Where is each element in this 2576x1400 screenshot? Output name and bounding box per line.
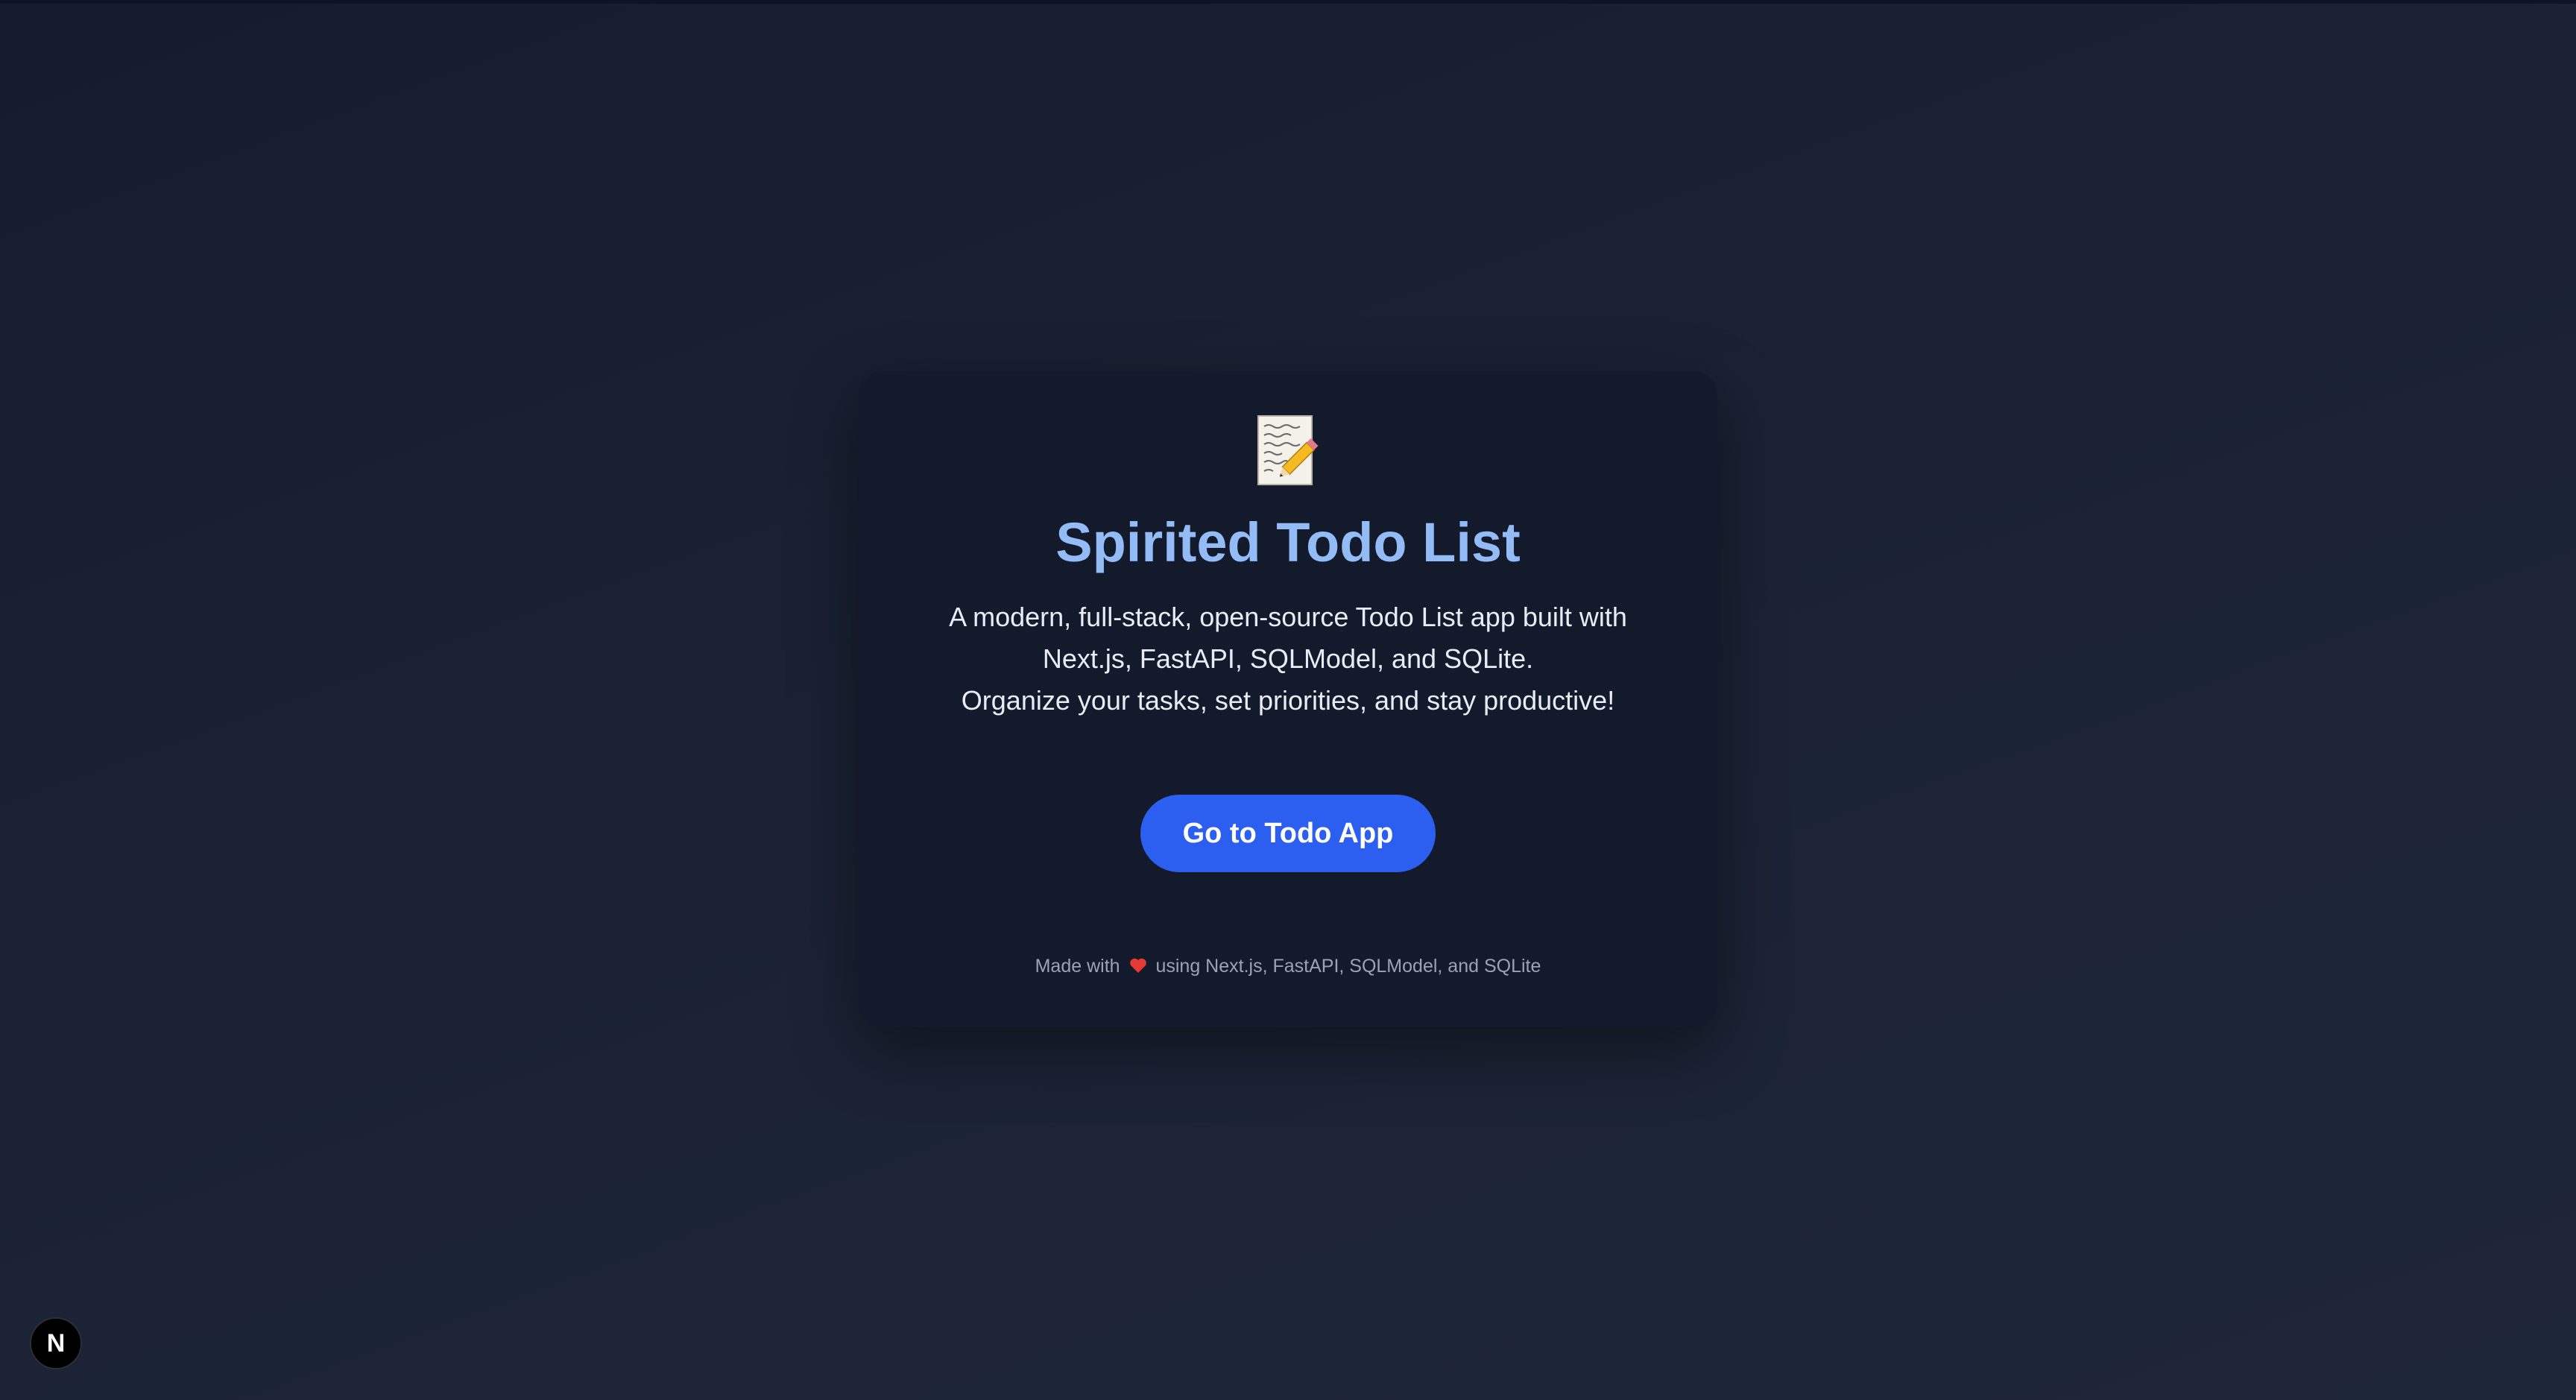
footer-credit: Made with using Next.js, FastAPI, SQLMod… <box>859 951 1717 981</box>
description-line: Organize your tasks, set priorities, and… <box>961 685 1615 716</box>
nextjs-dev-badge[interactable]: N <box>30 1317 82 1369</box>
nextjs-logo-icon: N <box>46 1329 66 1358</box>
app-description: A modern, full-stack, open-source Todo L… <box>859 596 1717 722</box>
go-to-todo-app-button[interactable]: Go to Todo App <box>1140 795 1436 872</box>
description-line: Next.js, FastAPI, SQLModel, and SQLite. <box>1042 643 1534 674</box>
memo-pencil-icon <box>1257 415 1319 485</box>
app-title: Spirited Todo List <box>1055 511 1521 573</box>
welcome-card: Spirited Todo List A modern, full-stack,… <box>859 371 1717 1027</box>
heart-icon <box>1129 958 1146 973</box>
top-edge-bar <box>0 0 2576 4</box>
footer-text-after: using Next.js, FastAPI, SQLModel, and SQ… <box>1155 956 1541 977</box>
description-line: A modern, full-stack, open-source Todo L… <box>949 602 1627 632</box>
footer-text-before: Made with <box>1035 956 1120 977</box>
